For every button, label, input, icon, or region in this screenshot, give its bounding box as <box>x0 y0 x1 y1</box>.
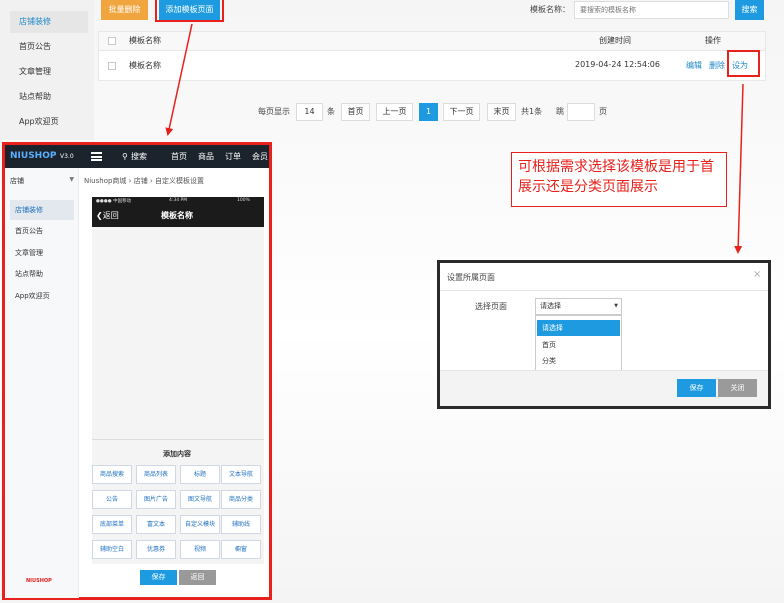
arrow-to-editor <box>165 23 193 136</box>
arrow-to-modal <box>734 83 744 254</box>
annotation-arrows <box>165 23 744 254</box>
